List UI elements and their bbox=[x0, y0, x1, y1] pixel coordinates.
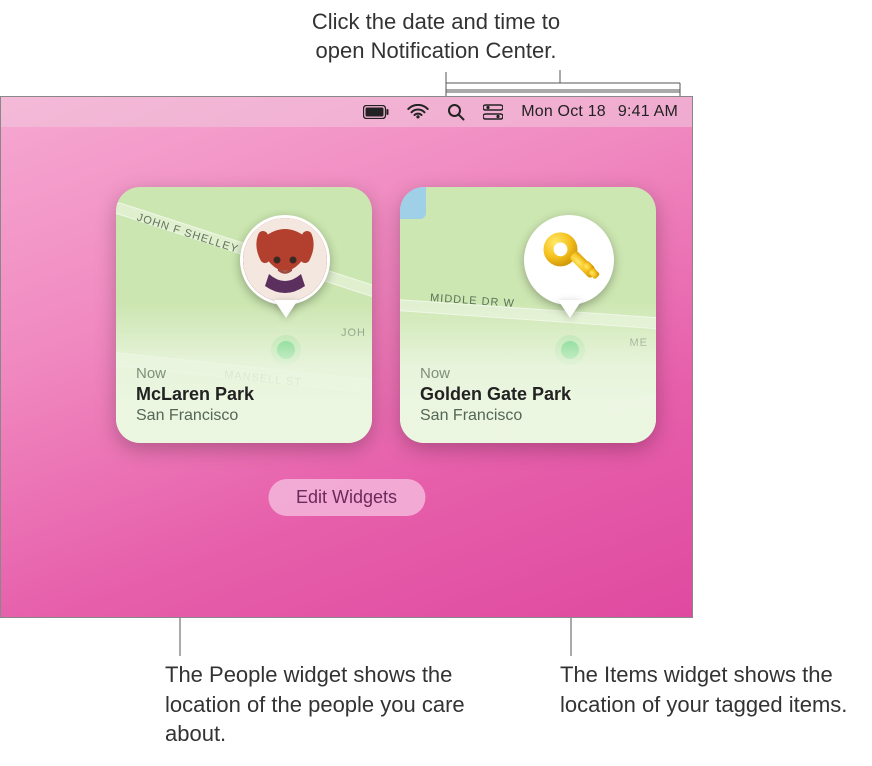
callout-text: Click the date and time to bbox=[0, 8, 872, 37]
callout-items-widget: The Items widget shows the location of y… bbox=[560, 660, 860, 719]
widget-now-label: Now bbox=[420, 365, 636, 382]
edit-widgets-button[interactable]: Edit Widgets bbox=[268, 479, 425, 516]
water-icon bbox=[400, 187, 426, 219]
widget-location-title: McLaren Park bbox=[136, 384, 352, 405]
wifi-icon[interactable] bbox=[407, 104, 429, 120]
menubar: Mon Oct 18 9:41 AM bbox=[1, 97, 692, 127]
menubar-date: Mon Oct 18 bbox=[521, 103, 606, 121]
callout-text: open Notification Center. bbox=[0, 37, 872, 66]
widget-caption: Now Golden Gate Park San Francisco bbox=[420, 365, 636, 425]
battery-icon[interactable] bbox=[363, 105, 389, 119]
key-icon bbox=[527, 218, 611, 302]
search-icon[interactable] bbox=[447, 103, 465, 121]
find-my-items-widget[interactable]: MIDDLE DR W ME bbox=[400, 187, 656, 443]
widget-now-label: Now bbox=[136, 365, 352, 382]
find-my-people-widget[interactable]: JOHN F SHELLEY DR JOH MANSELL ST bbox=[116, 187, 372, 443]
menubar-time: 9:41 AM bbox=[618, 103, 678, 121]
callout-notification-center: Click the date and time to open Notifica… bbox=[0, 8, 872, 65]
menubar-datetime[interactable]: Mon Oct 18 9:41 AM bbox=[521, 103, 678, 121]
callout-people-widget: The People widget shows the location of … bbox=[165, 660, 495, 749]
widget-caption: Now McLaren Park San Francisco bbox=[136, 365, 352, 425]
widget-location-title: Golden Gate Park bbox=[420, 384, 636, 405]
widget-location-subtitle: San Francisco bbox=[420, 407, 636, 425]
widgets-row: JOHN F SHELLEY DR JOH MANSELL ST bbox=[116, 187, 656, 443]
desktop-notification-center: Mon Oct 18 9:41 AM JOHN F SHELLEY DR JOH… bbox=[0, 96, 693, 618]
widget-location-subtitle: San Francisco bbox=[136, 407, 352, 425]
control-center-icon[interactable] bbox=[483, 104, 503, 120]
person-avatar-icon bbox=[243, 218, 327, 302]
